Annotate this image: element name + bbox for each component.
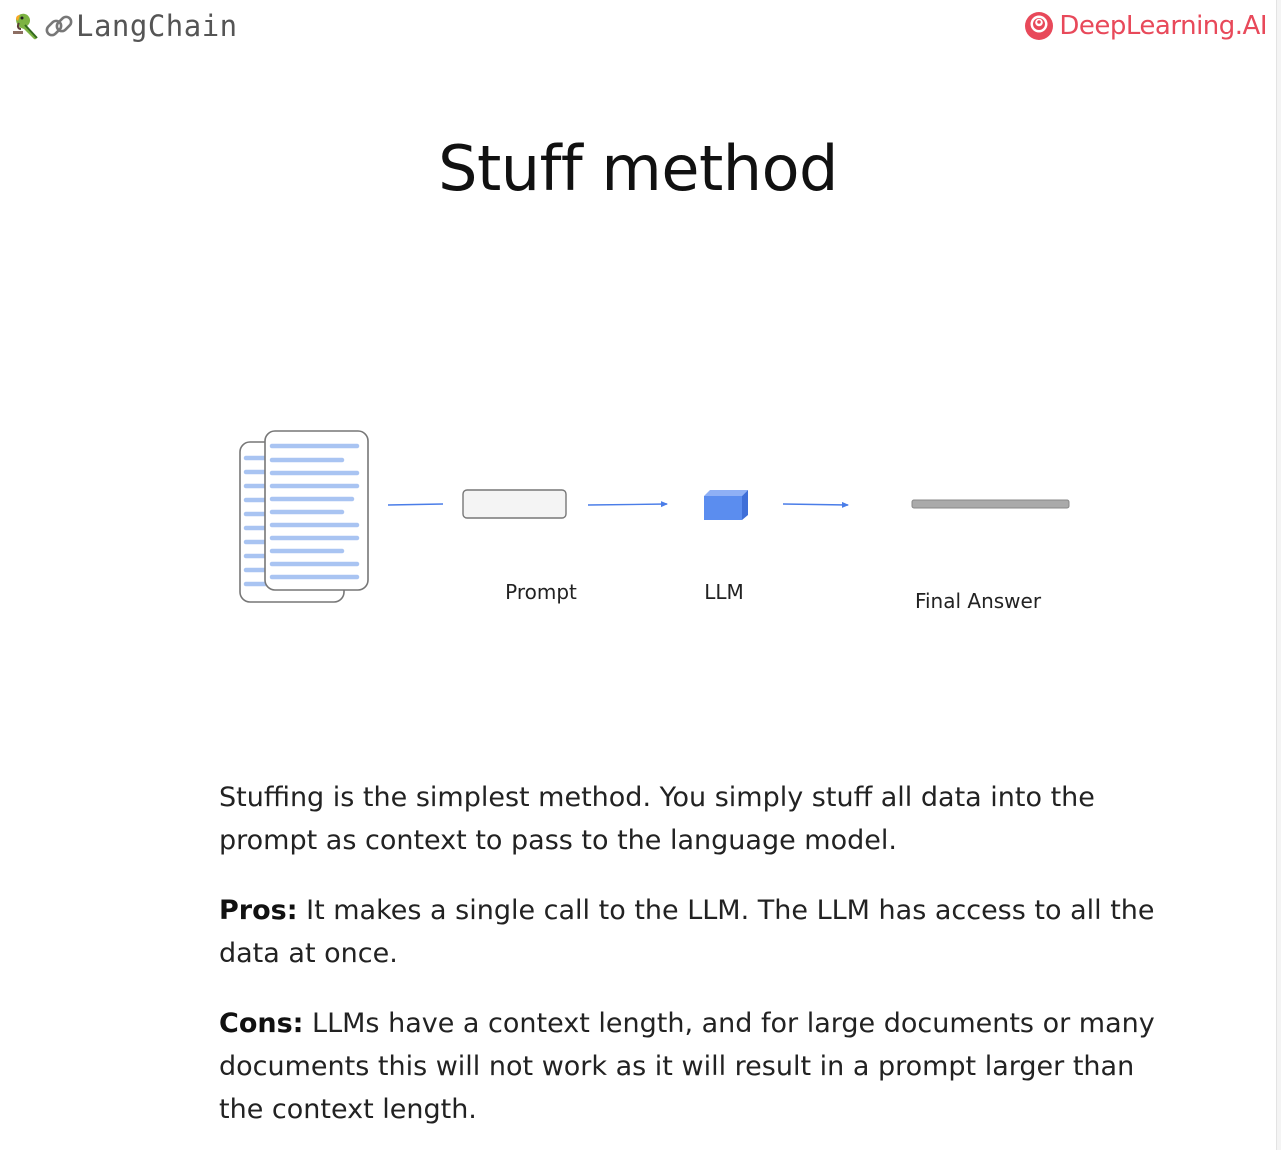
pros-label: Pros:	[219, 895, 298, 926]
final-answer-bar	[911, 499, 1070, 509]
llm-label: LLM	[704, 580, 744, 604]
cons-paragraph: Cons: LLMs have a context length, and fo…	[219, 1002, 1159, 1131]
stuff-method-diagram	[239, 430, 1070, 603]
document-front-icon	[264, 430, 369, 591]
cons-text: LLMs have a context length, and for larg…	[219, 1008, 1155, 1125]
final-answer-label: Final Answer	[914, 589, 1042, 613]
prompt-box	[462, 489, 567, 519]
pros-paragraph: Pros: It makes a single call to the LLM.…	[219, 889, 1159, 975]
docs-to-prompt-connector	[387, 503, 444, 506]
llm-to-answer-arrow	[782, 501, 849, 508]
prompt-label: Prompt	[505, 580, 577, 604]
llm-cube-icon	[704, 490, 748, 520]
description-block: Stuffing is the simplest method. You sim…	[219, 776, 1159, 1158]
cons-label: Cons:	[219, 1008, 304, 1039]
pros-text: It makes a single call to the LLM. The L…	[219, 895, 1155, 969]
intro-paragraph: Stuffing is the simplest method. You sim…	[219, 776, 1159, 862]
prompt-to-llm-arrow	[587, 501, 668, 508]
intro-text: Stuffing is the simplest method. You sim…	[219, 782, 1095, 856]
